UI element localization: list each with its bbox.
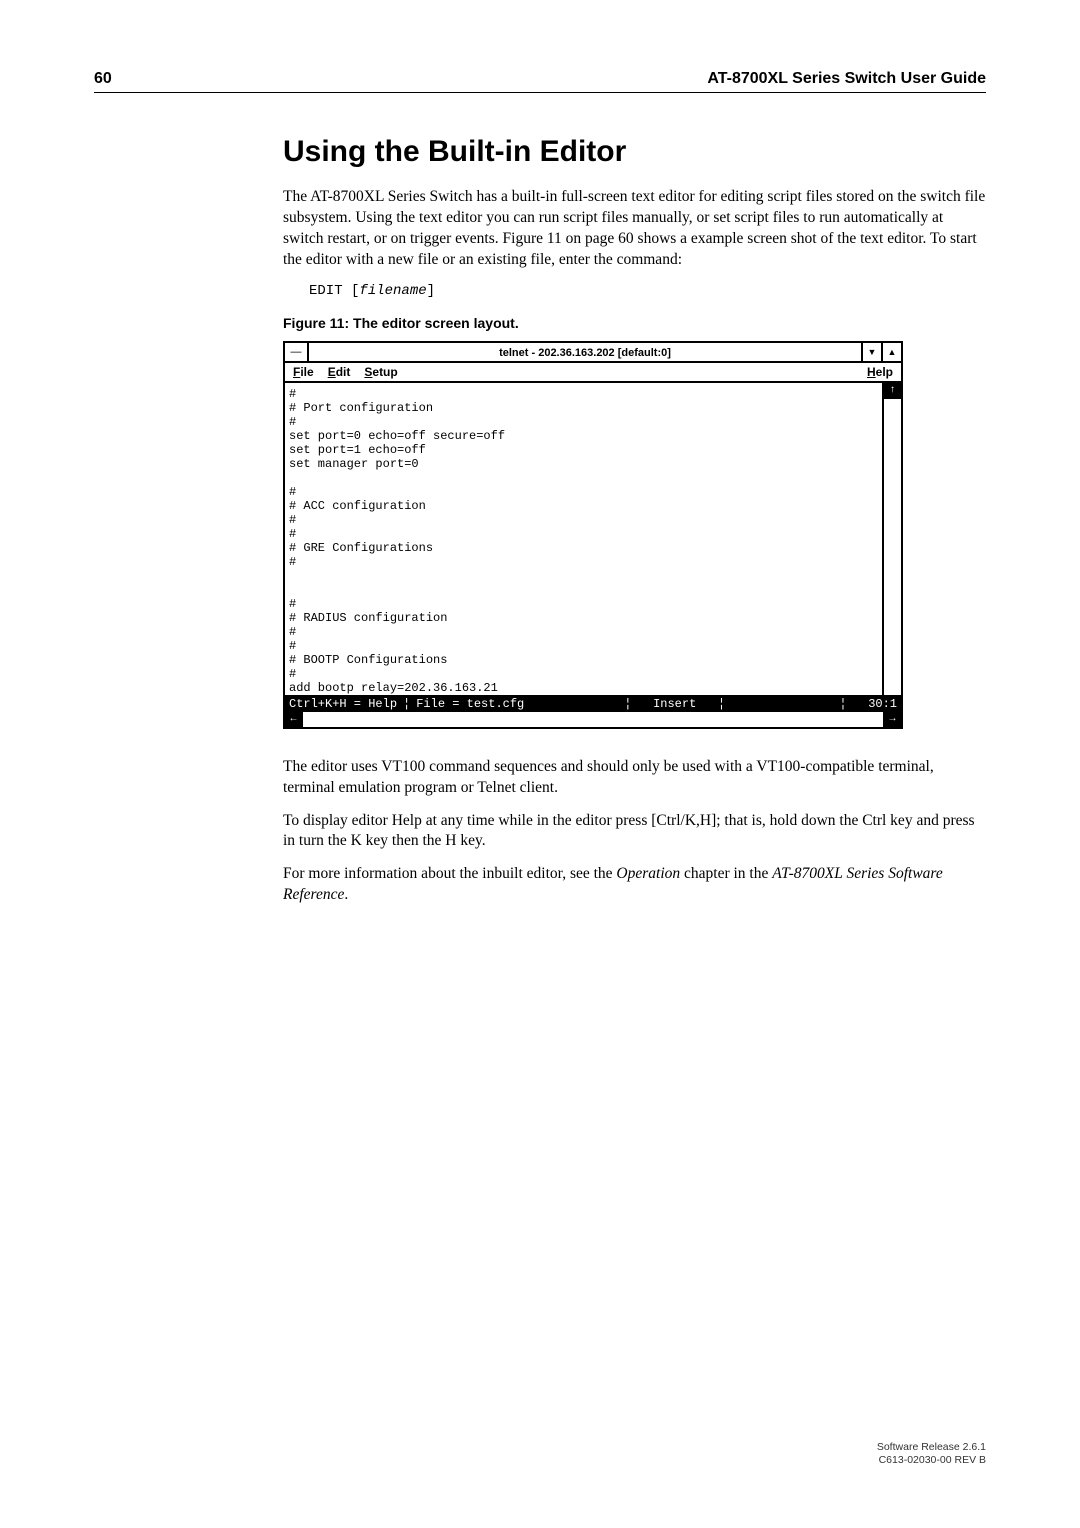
menu-setup[interactable]: Setup [364,365,397,379]
maximize-button[interactable]: ▲ [881,343,901,361]
status-sep-1: ¦ [397,697,416,709]
scroll-up-icon[interactable]: ↑ [884,383,901,399]
para4-ital1: Operation [616,865,680,882]
status-sep-3: ¦ [696,697,725,709]
window-titlebar: — telnet - 202.36.163.202 [default:0] ▼ … [285,343,901,363]
menu-bar: File Edit Setup Help [285,363,901,383]
editor-text-area[interactable]: # # Port configuration # set port=0 echo… [285,383,883,695]
main-content: Using the Built-in Editor The AT-8700XL … [283,135,986,918]
footer-part-number: C613-02030-00 REV B [877,1454,986,1468]
scroll-right-icon[interactable]: → [883,712,901,727]
editor-window: — telnet - 202.36.163.202 [default:0] ▼ … [283,341,903,729]
horizontal-scrollbar[interactable]: ← → [285,711,901,727]
status-mode: Insert [653,697,696,709]
status-sep-4: ¦ [839,697,868,709]
command-prefix: EDIT [ [309,283,359,299]
para4-pre: For more information about the inbuilt e… [283,865,616,882]
page-number: 60 [94,70,112,88]
para4-end: . [344,886,348,903]
status-sep-2: ¦ [624,697,653,709]
window-title: telnet - 202.36.163.202 [default:0] [309,343,861,361]
status-position: 30:1 [868,697,897,709]
editor-body: # # Port configuration # set port=0 echo… [285,383,901,695]
status-help: Ctrl+K+H = Help [289,697,397,709]
system-menu-icon[interactable]: — [285,343,309,361]
footer-release: Software Release 2.6.1 [877,1441,986,1455]
menu-file[interactable]: File [293,365,314,379]
minimize-button[interactable]: ▼ [861,343,881,361]
page-header: 60 AT-8700XL Series Switch User Guide [94,70,986,93]
status-file: File = test.cfg [416,697,524,709]
menu-edit[interactable]: Edit [328,365,351,379]
page-footer: Software Release 2.6.1 C613-02030-00 REV… [877,1441,986,1468]
menu-help[interactable]: Help [867,365,893,379]
scroll-left-icon[interactable]: ← [285,712,303,727]
window-buttons: ▼ ▲ [861,343,901,361]
edit-command: EDIT [filename] [309,283,986,299]
status-bar: Ctrl+K+H = Help ¦ File = test.cfg ¦ Inse… [285,695,901,711]
help-paragraph: To display editor Help at any time while… [283,811,986,853]
section-title: Using the Built-in Editor [283,135,986,169]
figure-caption: Figure 11: The editor screen layout. [283,315,986,331]
command-filename: filename [359,283,426,299]
command-suffix: ] [427,283,435,299]
vertical-scrollbar[interactable]: ↑ [883,383,901,695]
para4-mid: chapter in the [680,865,772,882]
intro-paragraph: The AT-8700XL Series Switch has a built-… [283,187,986,271]
guide-title: AT-8700XL Series Switch User Guide [707,70,986,88]
vt100-paragraph: The editor uses VT100 command sequences … [283,757,986,799]
more-info-paragraph: For more information about the inbuilt e… [283,864,986,906]
hscroll-track[interactable] [303,712,883,727]
